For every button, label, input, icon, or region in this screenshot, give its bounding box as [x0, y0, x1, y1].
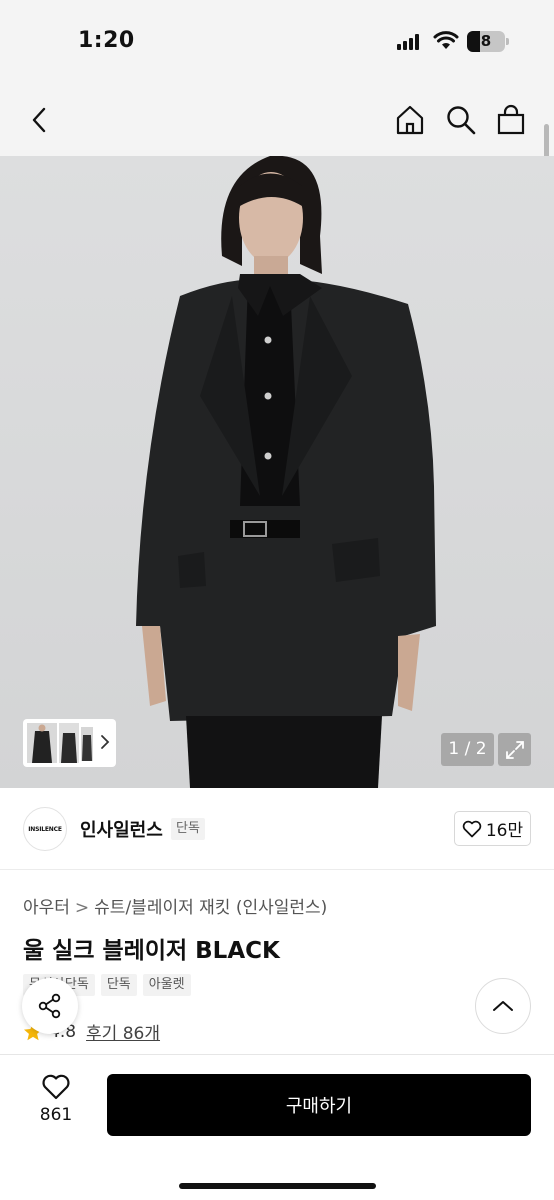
brand-name[interactable]: 인사일런스	[80, 816, 163, 842]
search-button[interactable]	[441, 100, 481, 140]
image-counter: 1 / 2	[441, 733, 494, 766]
battery-icon: 8	[467, 31, 509, 52]
wifi-icon	[433, 31, 459, 49]
share-icon	[38, 993, 61, 1019]
top-nav-bar	[0, 84, 554, 156]
breadcrumb-separator: >	[74, 898, 90, 918]
share-button[interactable]	[22, 978, 78, 1034]
status-time: 1:20	[78, 28, 135, 53]
review-link[interactable]: 후기 86개	[86, 1019, 160, 1044]
chevron-left-icon	[32, 107, 46, 133]
shopping-bag-icon	[497, 104, 525, 135]
wishlist-count: 861	[39, 1105, 73, 1125]
product-image-gallery[interactable]: 1 / 2	[0, 156, 554, 788]
status-bar: 1:20 8	[0, 0, 554, 84]
chevron-right-icon	[101, 735, 110, 749]
brand-like-count: 16만	[485, 821, 524, 841]
home-icon	[396, 105, 424, 135]
home-indicator	[179, 1183, 376, 1189]
battery-level: 8	[480, 32, 492, 50]
thumbnail-images	[27, 723, 93, 763]
thumbnail-strip[interactable]	[23, 719, 116, 767]
bottom-purchase-bar: 861 구매하기	[0, 1054, 554, 1200]
search-icon	[447, 106, 476, 135]
brand-logo-text: INSILENCE	[28, 825, 62, 833]
brand-like-button[interactable]: 16만	[454, 811, 531, 846]
breadcrumb-item-outer[interactable]: 아우터	[23, 898, 70, 918]
expand-icon	[505, 740, 524, 759]
tag-exclusive: 단독	[100, 974, 137, 996]
brand-row: INSILENCE 인사일런스 단독 16만	[0, 788, 554, 870]
breadcrumb: 아우터 > 슈트/블레이저 재킷 (인사일런스)	[23, 893, 327, 918]
breadcrumb-item-suit[interactable]: 슈트/블레이저 재킷 (인사일런스)	[94, 898, 327, 918]
cart-button[interactable]	[491, 100, 531, 140]
heart-icon	[462, 820, 482, 837]
product-title: 울 실크 블레이저 BLACK	[23, 938, 280, 964]
heart-icon	[42, 1074, 70, 1100]
product-photo	[136, 156, 436, 788]
scroll-to-top-button[interactable]	[475, 978, 531, 1034]
home-button[interactable]	[390, 100, 430, 140]
expand-button[interactable]	[498, 733, 531, 766]
brand-exclusive-badge: 단독	[171, 818, 205, 840]
buy-button[interactable]: 구매하기	[107, 1074, 531, 1136]
brand-logo[interactable]: INSILENCE	[23, 807, 67, 851]
tag-outlet: 아울렛	[142, 974, 191, 996]
wishlist-button[interactable]: 861	[30, 1073, 82, 1137]
back-button[interactable]	[20, 100, 60, 140]
signal-icon	[397, 34, 423, 50]
chevron-up-icon	[493, 1001, 513, 1011]
